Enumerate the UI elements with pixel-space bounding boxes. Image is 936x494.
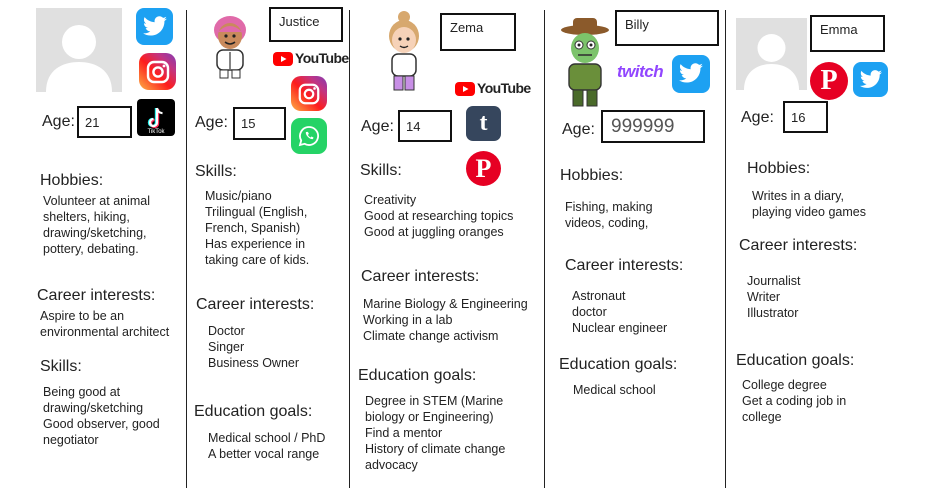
pinterest-letter: P [475,153,492,183]
pinterest-letter: P [820,65,838,96]
age-label: Age: [361,118,394,135]
section-text: Doctor Singer Business Owner [208,324,300,370]
profile-card-3: Zema YouTube t P Age: 14 Skills: Creativ… [350,0,544,494]
section-text: Medical school [573,383,656,397]
name-field[interactable]: Emma [810,15,885,52]
section-text: Aspire to be an environmental architect [40,309,170,339]
section-title: Skills: [195,163,237,180]
section-text: Medical school / PhD A better vocal range [208,431,326,461]
pinterest-icon[interactable]: P [466,151,501,186]
section-text: Journalist Writer Illustrator [747,274,801,320]
name-field[interactable]: Justice [269,7,343,42]
youtube-wordmark: YouTube [295,50,349,66]
section-title: Hobbies: [40,172,104,189]
section-title: Hobbies: [560,167,624,184]
person-silhouette-icon [46,25,112,92]
name-value: Zema [450,20,484,35]
age-field[interactable]: 21 [77,106,132,138]
avatar-placeholder [736,18,807,90]
section-text: Being good at drawing/sketching Good obser… [43,385,160,447]
twitch-icon[interactable]: twitch [617,62,669,82]
tumblr-icon[interactable]: t [466,106,501,141]
name-value: Billy [625,17,649,32]
tiktok-wordmark: TikTok [147,129,165,135]
section-text: Volunteer at animal shelters, hiking, draw… [43,194,151,256]
age-label: Age: [195,114,228,131]
section-title: Hobbies: [747,160,811,177]
twitter-icon[interactable] [136,8,173,45]
section-text: Writes in a diary, playing video games [752,189,866,219]
age-value: 21 [85,115,100,130]
section-text: Fishing, making videos, coding, [565,200,653,230]
avatar-placeholder [36,8,122,92]
age-field[interactable]: 15 [233,107,286,140]
name-value: Justice [279,14,320,29]
section-title: Education goals: [194,403,313,420]
instagram-icon[interactable] [291,76,327,111]
pinterest-icon[interactable]: P [810,62,848,100]
youtube-icon[interactable]: YouTube [273,50,349,68]
age-label: Age: [741,109,774,126]
twitter-icon[interactable] [672,55,710,93]
section-text: Music/piano Trilingual (English, French, S… [205,189,310,267]
section-title: Career interests: [37,287,156,304]
age-value: 15 [241,116,256,131]
avatar-justice [205,14,255,80]
section-text: Degree in STEM (Marine biology or Enginee… [365,394,506,472]
profile-card-1: TikTok Age: 21 Hobbies: Volunteer at ani… [0,0,186,494]
twitter-icon[interactable] [853,62,888,97]
section-title: Education goals: [559,356,678,373]
name-field[interactable]: Zema [440,13,516,51]
youtube-wordmark: YouTube [477,80,531,96]
age-value: 14 [406,119,421,134]
section-title: Education goals: [358,367,477,384]
profile-card-5: Emma P Age: 16 Hobbies: Writes in a diar… [726,0,936,494]
section-text: Creativity Good at researching topics Good… [364,193,514,239]
age-field[interactable]: 999999 [601,110,705,143]
section-title: Career interests: [361,268,480,285]
profile-card-2: Justice YouTube Age: 15 Skills: Music/pi… [187,0,349,494]
section-title: Career interests: [565,257,684,274]
youtube-icon[interactable]: YouTube [455,80,531,98]
section-text: Marine Biology & Engineering Working in a… [363,297,528,343]
age-label: Age: [42,113,75,130]
age-label: Age: [562,121,595,138]
tumblr-letter: t [479,110,488,136]
section-title: Skills: [360,162,402,179]
section-title: Education goals: [736,352,855,369]
age-field[interactable]: 16 [783,101,828,133]
age-value: 16 [791,110,806,125]
section-title: Career interests: [196,296,315,313]
name-field[interactable]: Billy [615,10,719,46]
instagram-icon[interactable] [139,53,176,90]
section-title: Career interests: [739,237,858,254]
profile-card-4: Billy twitch Age: 999999 Hobbies: Fishin… [545,0,725,494]
whatsapp-icon[interactable] [291,118,327,154]
section-text: Astronaut doctor Nuclear engineer [572,289,668,335]
person-silhouette-icon [744,34,799,90]
twitch-wordmark: twitch [617,62,664,81]
age-field[interactable]: 14 [398,110,452,142]
avatar-billy [559,18,611,110]
section-title: Skills: [40,358,82,375]
name-value: Emma [820,22,858,37]
avatar-zema [380,10,428,98]
section-text: College degree Get a coding job in college [742,378,847,424]
age-value: 999999 [611,116,675,137]
tiktok-icon[interactable]: TikTok [137,99,175,136]
